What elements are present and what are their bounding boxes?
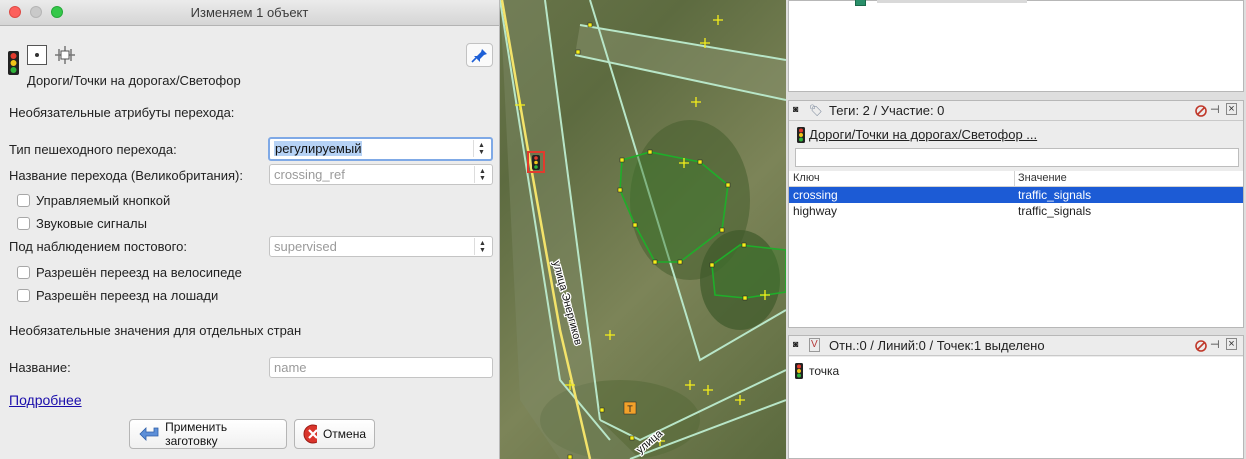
bicycle-checkbox[interactable] <box>17 266 30 279</box>
optional-attributes-heading: Необязательные атрибуты перехода: <box>9 105 235 120</box>
bicycle-label: Разрешён переезд на велосипеде <box>36 265 242 280</box>
svg-text:T: T <box>627 404 633 414</box>
pin-preset-button[interactable] <box>466 43 493 67</box>
crossing-type-label: Тип пешеходного перехода: <box>9 142 177 157</box>
button-operated-label: Управляемый кнопкой <box>36 193 171 208</box>
cancel-icon <box>303 424 317 444</box>
traffic-light-icon <box>797 127 805 143</box>
close-icon[interactable]: × <box>1226 338 1237 350</box>
tag-value: traffic_signals <box>1018 204 1092 218</box>
pin-panel-icon[interactable]: ⊣ <box>1210 338 1220 351</box>
tag-filter-input[interactable] <box>795 148 1239 167</box>
sound-signals-checkbox[interactable] <box>17 217 30 230</box>
chevron-updown-icon: ▲ ▼ <box>474 238 490 255</box>
name-label: Название: <box>9 360 71 375</box>
table-row[interactable]: crossing traffic_signals <box>789 187 1243 203</box>
cancel-button[interactable]: Отмена <box>294 419 375 449</box>
value-column-header[interactable]: Значение <box>1018 172 1067 184</box>
tags-table: Ключ Значение crossing traffic_signals h… <box>789 171 1243 327</box>
traffic-light-icon <box>8 51 19 75</box>
collapse-icon[interactable]: ◙ <box>793 339 798 349</box>
selection-item-label: точка <box>809 364 840 378</box>
sound-signals-label: Звуковые сигналы <box>36 216 147 231</box>
button-operated-checkbox[interactable] <box>17 194 30 207</box>
tags-table-header: Ключ Значение <box>789 171 1243 187</box>
apply-button-label: Применить заготовку <box>165 420 228 448</box>
tags-panel-title: Теги: 2 / Участие: 0 <box>829 103 945 118</box>
crossing-name-label: Название перехода (Великобритания): <box>9 168 243 183</box>
crossing-type-value: регулируемый <box>274 141 363 156</box>
layer-icon <box>855 0 866 6</box>
table-row[interactable]: highway traffic_signals <box>789 203 1243 219</box>
apply-arrow-icon <box>139 427 159 441</box>
tags-panel: ◙ 🏷 Теги: 2 / Участие: 0 ⊣ × Дороги/Точк… <box>788 100 1244 328</box>
pin-panel-icon[interactable]: ⊣ <box>1210 103 1220 116</box>
name-input[interactable]: name <box>269 357 493 378</box>
selection-panel-header[interactable]: ◙ V Отн.:0 / Линий:0 / Точек:1 выделено … <box>789 336 1243 356</box>
horse-checkbox[interactable] <box>17 289 30 302</box>
chevron-updown-icon: ▲ ▼ <box>474 166 490 183</box>
more-info-link[interactable]: Подробнее <box>9 392 82 408</box>
cancel-button-label: Отмена <box>322 427 366 441</box>
supervised-placeholder: supervised <box>274 239 337 254</box>
tag-value: traffic_signals <box>1018 188 1092 202</box>
country-values-heading: Необязательные значения для отдельных ст… <box>9 323 302 338</box>
list-item[interactable]: точка <box>793 362 993 380</box>
tag-key: crossing <box>793 188 838 202</box>
close-icon[interactable]: × <box>1226 103 1237 115</box>
crossing-name-combo[interactable]: crossing_ref ▲ ▼ <box>269 164 493 185</box>
vertex-type-icon <box>55 46 75 64</box>
crossing-type-combo[interactable]: регулируемый ▲ ▼ <box>268 137 493 161</box>
preset-link[interactable]: Дороги/Точки на дорогах/Светофор ... <box>809 127 1037 142</box>
right-sidebar: ◙ 🏷 Теги: 2 / Участие: 0 ⊣ × Дороги/Точк… <box>786 0 1246 459</box>
horse-label: Разрешён переезд на лошади <box>36 288 219 303</box>
apply-preset-button[interactable]: Применить заготовку <box>129 419 287 449</box>
chevron-updown-icon: ▲ ▼ <box>473 140 489 157</box>
collapse-icon[interactable]: ◙ <box>793 104 798 114</box>
tag-icon: 🏷 <box>809 105 823 117</box>
top-panel <box>788 0 1244 92</box>
dialog-title: Изменяем 1 объект <box>190 5 309 20</box>
tags-panel-header[interactable]: ◙ 🏷 Теги: 2 / Участие: 0 ⊣ × <box>789 101 1243 121</box>
selection-list: точка <box>789 357 1243 458</box>
name-placeholder: name <box>274 360 307 375</box>
supervised-label: Под наблюдением постового: <box>9 239 187 254</box>
tag-key: highway <box>793 204 838 218</box>
preset-path: Дороги/Точки на дорогах/Светофор <box>27 73 241 88</box>
no-entry-icon[interactable] <box>1195 105 1207 117</box>
edit-object-dialog: Изменяем 1 объект Дороги/Точки на дорога… <box>0 0 500 459</box>
key-column-header[interactable]: Ключ <box>793 172 820 184</box>
crossing-name-placeholder: crossing_ref <box>274 167 345 182</box>
dialog-titlebar[interactable]: Изменяем 1 объект <box>0 0 499 26</box>
pin-icon <box>471 49 487 63</box>
supervised-combo[interactable]: supervised ▲ ▼ <box>269 236 493 257</box>
traffic-light-icon <box>795 363 803 379</box>
no-entry-icon[interactable] <box>1195 340 1207 352</box>
node-type-icon <box>27 45 47 65</box>
selection-panel: ◙ V Отн.:0 / Линий:0 / Точек:1 выделено … <box>788 335 1244 459</box>
selection-panel-title: Отн.:0 / Линий:0 / Точек:1 выделено <box>829 338 1045 353</box>
selection-list-icon: V <box>809 338 820 352</box>
